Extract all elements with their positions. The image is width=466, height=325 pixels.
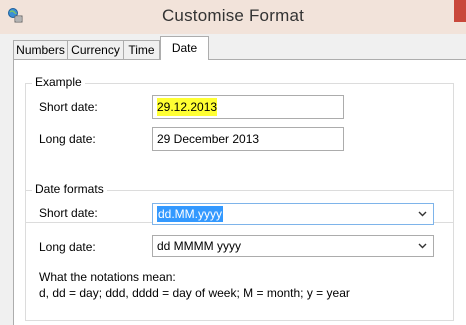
tab-time[interactable]: Time	[123, 40, 160, 59]
date-tab-panel: Example Short date: 29.12.2013 Long date…	[13, 59, 466, 325]
window-title: Customise Format	[161, 6, 305, 25]
example-group-label: Example	[32, 75, 85, 89]
long-date-format-value: dd MMMM yyyy	[157, 239, 241, 253]
tab-strip: Numbers Currency Time Date	[0, 34, 466, 60]
tab-numbers[interactable]: Numbers	[13, 40, 68, 59]
example-short-date-value: 29.12.2013	[157, 98, 218, 116]
customise-format-dialog: Customise Format Numbers Currency Time D…	[0, 0, 466, 325]
short-date-format-value: dd.MM.yyyy	[157, 206, 224, 222]
title-bar[interactable]: Customise Format	[0, 0, 466, 34]
example-long-date-field: 29 December 2013	[152, 127, 344, 151]
date-formats-group-label: Date formats	[32, 182, 107, 196]
chevron-down-icon[interactable]	[418, 209, 427, 218]
format-long-date-label: Long date:	[39, 240, 96, 254]
example-long-date-label: Long date:	[39, 132, 96, 146]
tab-currency[interactable]: Currency	[67, 40, 124, 59]
format-short-date-label: Short date:	[39, 206, 98, 220]
long-date-format-combo[interactable]: dd MMMM yyyy	[152, 235, 434, 257]
example-short-date-label: Short date:	[39, 100, 98, 114]
example-long-date-value: 29 December 2013	[157, 132, 260, 146]
close-button[interactable]	[454, 0, 466, 22]
short-date-format-combo[interactable]: dd.MM.yyyy	[152, 203, 434, 225]
example-short-date-field: 29.12.2013	[152, 95, 344, 119]
chevron-down-icon[interactable]	[418, 241, 427, 250]
tab-date[interactable]: Date	[160, 36, 209, 60]
notation-title: What the notations mean:	[39, 270, 176, 284]
notation-text: d, dd = day; ddd, dddd = day of week; M …	[39, 286, 350, 300]
